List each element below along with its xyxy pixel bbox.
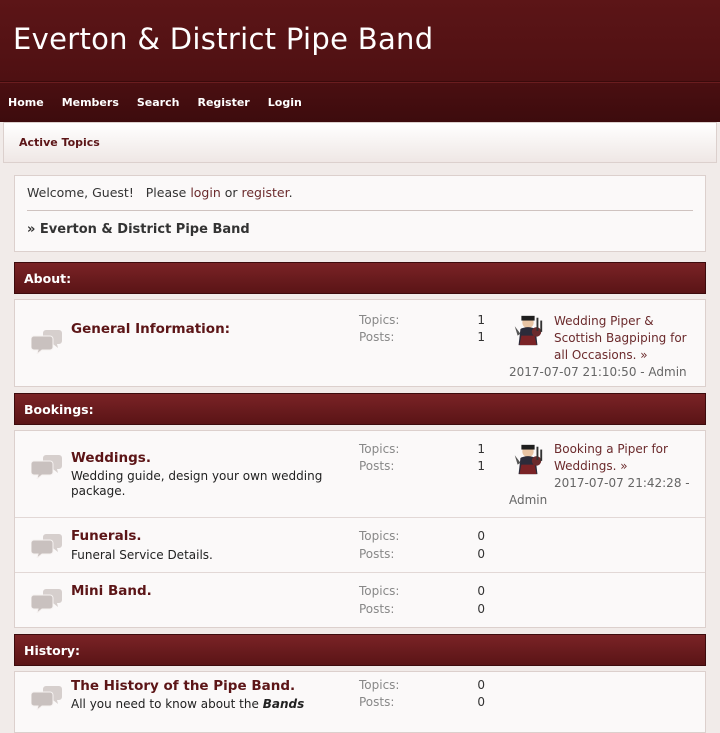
breadcrumb[interactable]: » Everton & District Pipe Band (27, 211, 693, 237)
last-post-link[interactable]: Wedding Piper & Scottish Bagpiping for a… (554, 314, 687, 362)
posts-label: Posts: (359, 547, 395, 561)
topics-count: 0 (477, 678, 485, 692)
board-row: The History of the Pipe Band. All you ne… (15, 672, 705, 732)
posts-count: 0 (477, 547, 485, 561)
board-description: Wedding guide, design your own wedding p… (71, 469, 323, 498)
posts-stat: Posts: 1 (359, 459, 485, 473)
welcome-message: Welcome, Guest! Please login or register… (27, 176, 693, 210)
topics-label: Topics: (359, 678, 400, 692)
last-post-title: Wedding Piper & Scottish Bagpiping for a… (554, 313, 704, 364)
nav-home[interactable]: Home (8, 96, 44, 109)
speech-bubbles-icon (31, 328, 63, 354)
nav-search[interactable]: Search (137, 96, 180, 109)
site-header: Everton & District Pipe Band (0, 0, 720, 82)
board-title[interactable]: Mini Band. (71, 583, 152, 599)
piper-avatar-icon[interactable] (511, 313, 545, 347)
posts-stat: Posts: 0 (359, 602, 485, 616)
board-list-history: The History of the Pipe Band. All you ne… (14, 671, 706, 733)
topics-count: 1 (477, 442, 485, 456)
main-nav: Home Members Search Register Login (0, 82, 720, 122)
topics-count: 0 (477, 584, 485, 598)
sub-nav: Active Topics (3, 122, 717, 163)
posts-stat: Posts: 0 (359, 547, 485, 561)
posts-stat: Posts: 1 (359, 330, 485, 344)
topics-label: Topics: (359, 584, 400, 598)
board-list-bookings: Weddings. Wedding guide, design your own… (14, 430, 706, 628)
board-row: Mini Band. Topics: 0 Posts: 0 (15, 572, 705, 627)
posts-stat: Posts: 0 (359, 695, 485, 709)
welcome-suffix: . (288, 185, 293, 200)
nav-register[interactable]: Register (197, 96, 249, 109)
board-row: General Information: Topics: 1 Posts: 1 We… (15, 300, 705, 386)
board-title[interactable]: Weddings. (71, 450, 151, 466)
board-description: Funeral Service Details. (71, 548, 213, 562)
topics-label: Topics: (359, 313, 400, 327)
welcome-panel: Welcome, Guest! Please login or register… (14, 175, 706, 252)
welcome-prefix: Welcome, Guest! Please (27, 185, 191, 200)
last-post-meta: 2017-07-07 21:42:28 - Admin (509, 476, 690, 507)
last-post-link[interactable]: Booking a Piper for Weddings. » (554, 442, 668, 473)
topics-stat: Topics: 0 (359, 529, 485, 543)
posts-count: 0 (477, 602, 485, 616)
category-header-history: History: (14, 634, 706, 666)
posts-label: Posts: (359, 330, 395, 344)
last-post-title: Booking a Piper for Weddings. » (554, 441, 704, 475)
posts-count: 0 (477, 695, 485, 709)
board-title[interactable]: The History of the Pipe Band. (71, 678, 295, 694)
piper-avatar-icon[interactable] (511, 442, 545, 476)
active-topics-link[interactable]: Active Topics (19, 136, 100, 149)
nav-members[interactable]: Members (62, 96, 119, 109)
topics-stat: Topics: 0 (359, 678, 485, 692)
register-link[interactable]: register (242, 185, 289, 200)
topics-count: 0 (477, 529, 485, 543)
category-header-bookings: Bookings: (14, 393, 706, 425)
site-title[interactable]: Everton & District Pipe Band (13, 22, 720, 56)
desc-emphasis: Bands (262, 697, 305, 711)
speech-bubbles-icon (31, 587, 63, 613)
topics-stat: Topics: 0 (359, 584, 485, 598)
board-row: Weddings. Wedding guide, design your own… (15, 431, 705, 517)
posts-count: 1 (477, 459, 485, 473)
speech-bubbles-icon (31, 532, 63, 558)
board-title[interactable]: Funerals. (71, 528, 142, 544)
topics-count: 1 (477, 313, 485, 327)
posts-label: Posts: (359, 695, 395, 709)
nav-login[interactable]: Login (268, 96, 302, 109)
topics-stat: Topics: 1 (359, 313, 485, 327)
board-description: All you need to know about the Bands (71, 697, 341, 712)
board-row: Funerals. Funeral Service Details. Topic… (15, 517, 705, 572)
board-title[interactable]: General Information: (71, 321, 230, 337)
posts-count: 1 (477, 330, 485, 344)
board-list-about: General Information: Topics: 1 Posts: 1 We… (14, 299, 706, 387)
last-post-meta: 2017-07-07 21:10:50 - Admin (509, 365, 687, 379)
topics-label: Topics: (359, 442, 400, 456)
login-link[interactable]: login (190, 185, 220, 200)
topics-label: Topics: (359, 529, 400, 543)
welcome-or: or (220, 185, 242, 200)
speech-bubbles-icon (31, 684, 63, 710)
posts-label: Posts: (359, 602, 395, 616)
speech-bubbles-icon (31, 453, 63, 479)
posts-label: Posts: (359, 459, 395, 473)
category-header-about: About: (14, 262, 706, 294)
desc-text: All you need to know about the (71, 697, 263, 711)
topics-stat: Topics: 1 (359, 442, 485, 456)
